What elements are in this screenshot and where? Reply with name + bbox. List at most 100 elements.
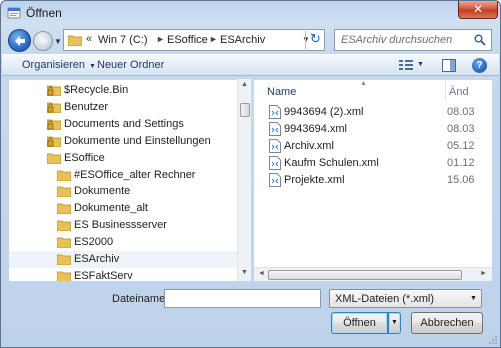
file-date: 05.12 bbox=[447, 140, 475, 152]
cancel-button[interactable]: Abbrechen bbox=[411, 312, 483, 334]
xml-file-icon bbox=[269, 173, 281, 187]
scroll-left-icon[interactable]: ◄ bbox=[258, 270, 265, 277]
open-button[interactable]: Öffnen bbox=[331, 312, 388, 334]
file-row[interactable]: Kaufm Schulen.xml 01.12 bbox=[254, 155, 492, 172]
open-options-dropdown[interactable]: ▼ bbox=[388, 312, 401, 334]
column-divider[interactable] bbox=[445, 80, 446, 100]
search-input[interactable]: ESArchiv durchsuchen bbox=[341, 34, 452, 46]
folder-icon bbox=[57, 237, 71, 249]
breadcrumb-esoffice[interactable]: ESoffice bbox=[167, 34, 208, 46]
tree-item[interactable]: Dokumente und Einstellungen bbox=[9, 133, 237, 150]
folder-icon bbox=[57, 186, 71, 198]
command-bar: Organisieren ▼ Neuer Ordner ▼ ? bbox=[2, 54, 499, 76]
xml-file-icon bbox=[269, 139, 281, 153]
breadcrumb-separator-icon[interactable]: ► bbox=[156, 34, 165, 44]
tree-item[interactable]: $Recycle.Bin bbox=[9, 82, 237, 99]
tree-item-label: ESArchiv bbox=[74, 253, 120, 265]
search-icon[interactable] bbox=[474, 34, 486, 46]
breadcrumb-drive[interactable]: Win 7 (C:) bbox=[98, 34, 148, 46]
tree-item[interactable]: Benutzer bbox=[9, 99, 237, 116]
scroll-right-icon[interactable]: ► bbox=[480, 270, 487, 277]
folder-icon bbox=[57, 271, 71, 281]
tree-item-label: Dokumente bbox=[74, 185, 131, 198]
file-date: 08.03 bbox=[447, 106, 475, 118]
title-bar[interactable]: Öffnen ✕ bbox=[1, 1, 500, 25]
folder-icon bbox=[47, 153, 61, 164]
filename-input[interactable] bbox=[164, 289, 321, 308]
tree-item[interactable]: ESArchiv bbox=[9, 251, 237, 268]
filetype-select[interactable]: XML-Dateien (*.xml) ▼ bbox=[329, 289, 482, 308]
search-box[interactable]: ESArchiv durchsuchen bbox=[334, 29, 492, 51]
folder-icon bbox=[57, 170, 71, 181]
back-button[interactable] bbox=[8, 29, 31, 52]
file-row[interactable]: Archiv.xml 05.12 bbox=[254, 138, 492, 155]
column-header-name[interactable]: Name bbox=[267, 86, 296, 98]
sort-ascending-icon: ▲ bbox=[360, 80, 367, 87]
breadcrumb-esarchiv[interactable]: ESArchiv bbox=[220, 34, 265, 46]
address-bar[interactable]: « Win 7 (C:) ► ESoffice ► ESArchiv ▼ bbox=[63, 29, 325, 51]
navigation-scrollbar[interactable]: ▲ ▼ bbox=[237, 79, 251, 281]
tree-item[interactable]: Dokumente_alt bbox=[9, 200, 237, 217]
folder-icon bbox=[68, 35, 82, 46]
column-header-date[interactable]: Änd bbox=[449, 86, 469, 98]
tree-item-label: #ESOffice_alter Rechner bbox=[74, 168, 196, 181]
resize-grip-icon[interactable] bbox=[488, 335, 498, 345]
file-name: 9943694 (2).xml bbox=[284, 106, 364, 118]
scroll-down-icon[interactable]: ▼ bbox=[241, 269, 248, 276]
view-options-icon[interactable] bbox=[398, 59, 414, 71]
file-row[interactable]: 9943694 (2).xml 08.03 bbox=[254, 104, 492, 121]
recent-pages-dropdown[interactable]: ▼ bbox=[54, 37, 62, 46]
organize-label: Organisieren bbox=[22, 59, 85, 71]
locked-folder-icon bbox=[47, 119, 61, 130]
file-name: 9943694.xml bbox=[284, 123, 347, 135]
tree-item[interactable]: ESoffice bbox=[9, 150, 237, 167]
scroll-thumb[interactable] bbox=[240, 103, 250, 117]
file-list[interactable]: ▲ Name Änd 9943694 (2).xml 08.03 9943694… bbox=[254, 79, 492, 281]
app-icon bbox=[7, 7, 21, 19]
navigation-pane[interactable]: $Recycle.Bin Benutzer Documents and Sett… bbox=[9, 79, 251, 281]
forward-button[interactable] bbox=[33, 31, 53, 51]
new-folder-button[interactable]: Neuer Ordner bbox=[97, 59, 164, 71]
view-dropdown[interactable]: ▼ bbox=[417, 61, 424, 68]
folder-icon bbox=[57, 254, 71, 265]
tree-item[interactable]: ES2000 bbox=[9, 234, 237, 251]
tree-item[interactable]: ESFaktServ bbox=[9, 268, 237, 281]
tree-item-label: ESoffice bbox=[64, 151, 105, 164]
tree-item[interactable]: Dokumente bbox=[9, 183, 237, 200]
tree-item-label: Dokumente_alt bbox=[74, 202, 148, 215]
address-overflow[interactable]: « bbox=[86, 33, 92, 45]
breadcrumb-separator-icon[interactable]: ► bbox=[209, 34, 218, 44]
tree-item-label: ES Businessserver bbox=[74, 219, 167, 232]
close-icon: ✕ bbox=[472, 2, 484, 16]
back-arrow-icon bbox=[15, 36, 25, 46]
tree-item[interactable]: #ESOffice_alter Rechner bbox=[9, 167, 237, 184]
folder-icon bbox=[57, 203, 71, 215]
refresh-button[interactable]: ↻ bbox=[305, 29, 325, 51]
tree-item-label: ESFaktServ bbox=[74, 269, 133, 281]
file-name: Archiv.xml bbox=[284, 140, 334, 152]
scroll-up-icon[interactable]: ▲ bbox=[241, 81, 248, 88]
filetype-value: XML-Dateien (*.xml) bbox=[335, 293, 435, 305]
locked-folder-icon bbox=[47, 85, 61, 96]
help-icon[interactable]: ? bbox=[472, 58, 487, 73]
window-title: Öffnen bbox=[26, 6, 62, 20]
organize-menu[interactable]: Organisieren ▼ bbox=[22, 59, 96, 71]
file-date: 08.03 bbox=[447, 123, 475, 135]
file-row[interactable]: Projekte.xml 15.06 bbox=[254, 172, 492, 189]
folder-icon bbox=[57, 220, 71, 232]
preview-pane-icon[interactable] bbox=[442, 59, 456, 72]
file-list-scrollbar[interactable]: ◄ ► bbox=[254, 267, 492, 281]
file-date: 15.06 bbox=[447, 174, 475, 186]
file-date: 01.12 bbox=[447, 157, 475, 169]
scroll-thumb[interactable] bbox=[268, 270, 462, 280]
xml-file-icon bbox=[269, 105, 281, 119]
close-button[interactable]: ✕ bbox=[458, 1, 498, 19]
forward-arrow-icon bbox=[39, 37, 48, 46]
open-dialog: Öffnen ✕ ▼ « Win 7 (C:) ► ESoffice ► ESA… bbox=[0, 0, 501, 348]
tree-item[interactable]: Documents and Settings bbox=[9, 116, 237, 133]
chevron-down-icon: ▼ bbox=[470, 295, 477, 302]
tree-item[interactable]: ES Businessserver bbox=[9, 217, 237, 234]
locked-folder-icon bbox=[47, 136, 61, 147]
file-row[interactable]: 9943694.xml 08.03 bbox=[254, 121, 492, 138]
tree-item-label: $Recycle.Bin bbox=[64, 84, 129, 96]
